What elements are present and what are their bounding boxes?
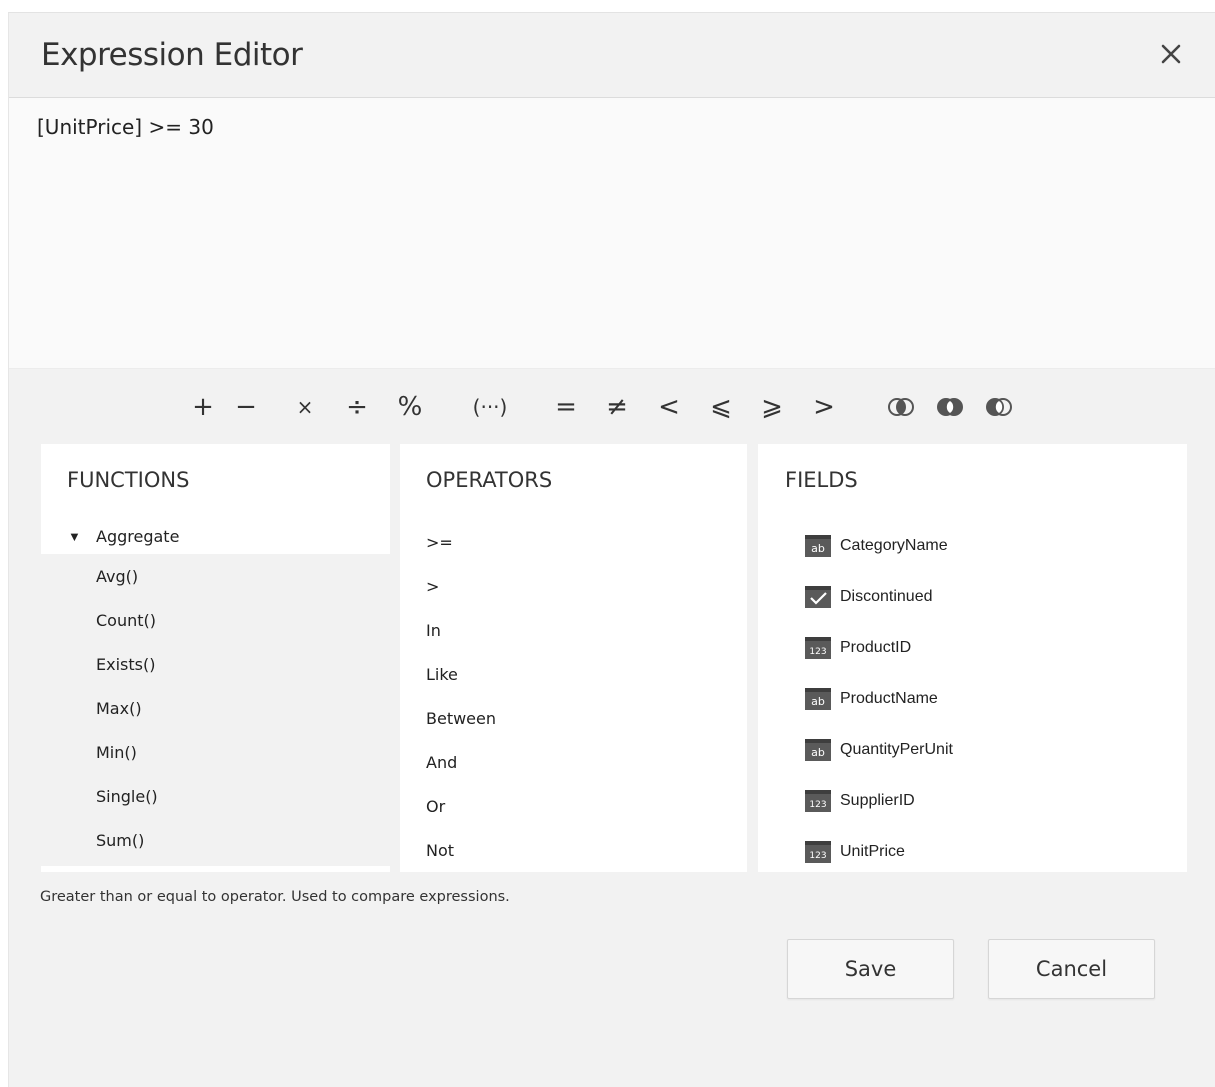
svg-text:ab: ab <box>811 746 825 759</box>
number-field-icon: 123 <box>805 636 831 659</box>
equal-button[interactable]: = <box>546 385 586 429</box>
field-item-quantityperunit[interactable]: ab QuantityPerUnit <box>758 724 1187 775</box>
operator-item[interactable]: And <box>400 740 747 784</box>
operator-item[interactable]: Like <box>400 652 747 696</box>
fields-title: FIELDS <box>785 468 858 492</box>
dialog-title: Expression Editor <box>41 37 303 73</box>
modulo-button[interactable]: % <box>390 385 430 429</box>
functions-title: FUNCTIONS <box>67 468 190 492</box>
operators-panel: OPERATORS >= > In Like Between And Or No… <box>400 444 747 872</box>
operator-item[interactable]: >= <box>400 520 747 564</box>
svg-text:123: 123 <box>809 800 826 810</box>
number-field-icon: 123 <box>805 789 831 812</box>
and-icon <box>888 398 914 416</box>
string-field-icon: ab <box>805 687 831 710</box>
svg-text:123: 123 <box>809 647 826 657</box>
svg-text:ab: ab <box>811 695 825 708</box>
string-field-icon: ab <box>805 534 831 557</box>
field-label: QuantityPerUnit <box>840 740 953 758</box>
operator-item[interactable]: In <box>400 608 747 652</box>
less-than-button[interactable]: < <box>649 385 689 429</box>
save-button[interactable]: Save <box>787 939 954 999</box>
not-button[interactable] <box>979 385 1019 429</box>
fields-panel: FIELDS ab CategoryName Discontinued 123 … <box>758 444 1187 872</box>
and-button[interactable] <box>881 385 921 429</box>
number-field-icon: 123 <box>805 840 831 863</box>
function-group-label: Aggregate <box>96 526 180 546</box>
field-item-supplierid[interactable]: 123 SupplierID <box>758 775 1187 826</box>
operator-item[interactable]: Or <box>400 784 747 828</box>
function-item[interactable]: Exists() <box>41 642 390 686</box>
operator-toolbar: + − × ÷ % (···) = ≠ < ⩽ ⩾ > <box>9 385 1215 433</box>
plus-button[interactable]: + <box>183 385 223 429</box>
dialog-header: Expression Editor <box>9 13 1215 98</box>
operator-item[interactable]: Not <box>400 828 747 872</box>
expression-text: [UnitPrice] >= 30 <box>37 115 214 139</box>
multiply-button[interactable]: × <box>285 385 325 429</box>
close-button[interactable] <box>1154 37 1188 71</box>
minus-button[interactable]: − <box>226 385 266 429</box>
field-label: CategoryName <box>840 536 948 554</box>
field-item-productname[interactable]: ab ProductName <box>758 673 1187 724</box>
svg-text:ab: ab <box>811 542 825 555</box>
function-list: Avg() Count() Exists() Max() Min() Singl… <box>41 554 390 866</box>
expression-input[interactable]: [UnitPrice] >= 30 <box>9 98 1215 369</box>
svg-text:123: 123 <box>809 851 826 861</box>
function-item[interactable]: Max() <box>41 686 390 730</box>
or-icon <box>937 398 963 416</box>
or-button[interactable] <box>930 385 970 429</box>
expression-editor-dialog: Expression Editor [UnitPrice] >= 30 + − … <box>8 12 1215 1087</box>
operator-list: >= > In Like Between And Or Not <box>400 520 747 872</box>
field-list: ab CategoryName Discontinued 123 Product… <box>758 520 1187 877</box>
functions-panel: FUNCTIONS ▼ Aggregate Avg() Count() Exis… <box>41 444 390 872</box>
divide-button[interactable]: ÷ <box>337 385 377 429</box>
operator-item[interactable]: > <box>400 564 747 608</box>
boolean-field-icon <box>805 585 831 608</box>
field-label: UnitPrice <box>840 842 905 860</box>
operator-item[interactable]: Between <box>400 696 747 740</box>
field-label: SupplierID <box>840 791 915 809</box>
parentheses-button[interactable]: (···) <box>467 385 513 429</box>
not-equal-button[interactable]: ≠ <box>597 385 637 429</box>
function-item[interactable]: Min() <box>41 730 390 774</box>
field-label: Discontinued <box>840 587 933 605</box>
field-label: ProductID <box>840 638 912 656</box>
field-label: ProductName <box>840 689 938 707</box>
close-icon <box>1161 44 1181 64</box>
field-item-productid[interactable]: 123 ProductID <box>758 622 1187 673</box>
field-item-discontinued[interactable]: Discontinued <box>758 571 1187 622</box>
function-item[interactable]: Count() <box>41 598 390 642</box>
string-field-icon: ab <box>805 738 831 761</box>
function-item[interactable]: Single() <box>41 774 390 818</box>
greater-than-button[interactable]: > <box>804 385 844 429</box>
less-or-equal-button[interactable]: ⩽ <box>701 385 741 429</box>
expand-arrow-icon: ▼ <box>68 528 81 544</box>
field-item-unitprice[interactable]: 123 UnitPrice <box>758 826 1187 877</box>
description-text: Greater than or equal to operator. Used … <box>40 889 510 905</box>
cancel-button[interactable]: Cancel <box>988 939 1155 999</box>
field-item-categoryname[interactable]: ab CategoryName <box>758 520 1187 571</box>
function-item[interactable]: Sum() <box>41 818 390 862</box>
function-item[interactable]: Avg() <box>41 554 390 598</box>
not-icon <box>986 398 1012 416</box>
operators-title: OPERATORS <box>426 468 553 492</box>
greater-or-equal-button[interactable]: ⩾ <box>752 385 792 429</box>
function-group-aggregate[interactable]: ▼ Aggregate <box>41 518 390 554</box>
